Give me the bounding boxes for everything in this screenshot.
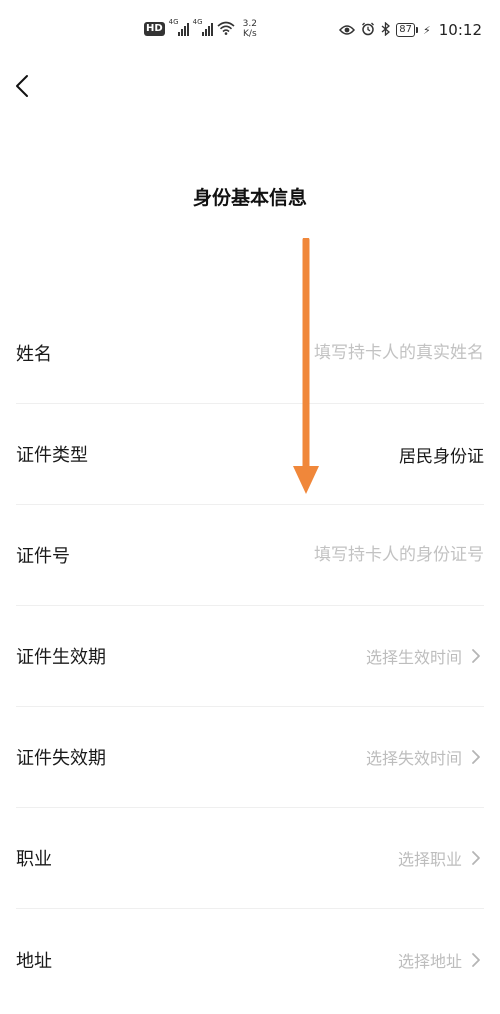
name-label: 姓名 [16, 344, 52, 365]
battery-level: 87 [399, 24, 413, 35]
status-bar: HD 4G 4G 3.2 K/s 87 ⚡ 10:12 [0, 0, 500, 62]
hd-call-icon: HD [144, 22, 165, 36]
form-row-name: 姓名 [16, 303, 484, 404]
occupation-picker[interactable]: 选择职业 [398, 846, 462, 870]
valid-from-picker[interactable]: 选择生效时间 [366, 644, 462, 668]
form-row-address[interactable]: 地址 选择地址 [16, 909, 484, 1010]
form-row-valid-to[interactable]: 证件失效期 选择失效时间 [16, 707, 484, 808]
chevron-right-icon [472, 750, 480, 764]
status-indicators: HD 4G 4G 3.2 K/s [144, 14, 257, 44]
clock: 10:12 [438, 21, 482, 39]
occupation-label: 职业 [16, 849, 52, 870]
network-type-label: 4G [168, 18, 179, 26]
signal-strength-icon-2: 4G [193, 18, 213, 36]
form-row-id-type[interactable]: 证件类型 居民身份证 [16, 404, 484, 505]
identity-form: 姓名 证件类型 居民身份证 证件号 证件生效期 选择生效时间 证件失效期 选择失… [16, 303, 484, 1010]
id-number-label: 证件号 [16, 546, 70, 567]
charging-icon: ⚡ [423, 23, 431, 37]
id-number-input[interactable] [224, 545, 484, 565]
battery-icon: 87 [396, 23, 418, 37]
page-title: 身份基本信息 [192, 187, 307, 209]
chevron-right-icon [472, 952, 480, 967]
id-type-label: 证件类型 [16, 445, 88, 466]
status-right: 87 ⚡ 10:12 [339, 20, 482, 40]
chevron-right-icon [472, 851, 480, 865]
chevron-right-icon [472, 649, 480, 663]
network-speed-unit: K/s [243, 29, 257, 39]
valid-from-label: 证件生效期 [16, 647, 106, 668]
wifi-icon [217, 20, 235, 39]
alarm-icon [361, 21, 375, 40]
eye-icon [339, 21, 356, 40]
chevron-left-icon [16, 75, 28, 97]
valid-to-picker[interactable]: 选择失效时间 [366, 745, 462, 769]
name-input[interactable] [224, 343, 484, 363]
network-speed: 3.2 K/s [243, 19, 257, 39]
valid-to-label: 证件失效期 [16, 748, 106, 769]
bluetooth-icon [381, 21, 391, 40]
form-row-valid-from[interactable]: 证件生效期 选择生效时间 [16, 606, 484, 707]
back-button[interactable] [0, 64, 44, 108]
network-speed-value: 3.2 [242, 19, 257, 29]
form-row-id-number: 证件号 [16, 505, 484, 606]
signal-strength-icon: 4G [169, 18, 189, 36]
form-row-occupation[interactable]: 职业 选择职业 [16, 808, 484, 909]
address-picker[interactable]: 选择地址 [398, 948, 462, 972]
address-label: 地址 [16, 950, 52, 972]
id-type-value: 居民身份证 [399, 446, 484, 467]
network-type-label-2: 4G [192, 18, 203, 26]
